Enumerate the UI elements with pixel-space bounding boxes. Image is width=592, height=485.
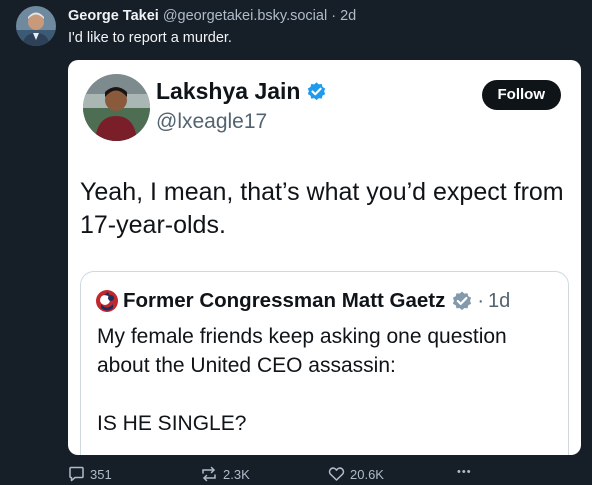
quote-text-line-2: IS HE SINGLE? [97,412,247,435]
author-handle[interactable]: @georgetakei.bsky.social [163,8,327,24]
embed-post-text: Yeah, I mean, that’s what you’d expect f… [80,178,564,239]
feed-post[interactable]: George Takei @georgetakei.bsky.social · … [0,0,592,485]
like-button[interactable]: 20.6K [328,466,384,482]
embed-author-handle: @lxeagle17 [156,110,268,133]
post-text: I'd like to report a murder. [68,30,232,46]
quote-separator: · [477,289,485,312]
more-options-button[interactable]: ••• [457,466,472,478]
embedded-image[interactable]: Lakshya Jain @lxeagle17 Follow Yeah, I m… [68,60,581,455]
quote-text: My female friends keep asking one questi… [97,322,557,438]
quote-author-name: Former Congressman Matt Gaetz [123,289,446,312]
verified-badge-icon [308,82,326,101]
separator-dot: · [331,8,337,24]
like-icon [328,467,345,481]
author-avatar[interactable] [16,6,56,46]
embed-author-avatar [83,74,150,141]
post-actions: 351 2.3K 20.6K ••• [68,466,488,484]
more-icon: ••• [457,466,472,478]
like-count: 20.6K [350,466,384,482]
repost-count: 2.3K [223,466,250,482]
reply-icon [69,466,84,482]
repost-icon [202,466,216,482]
follow-button: Follow [481,80,561,110]
embed-author-name: Lakshya Jain [156,78,301,104]
quote-text-line-1: My female friends keep asking one questi… [97,325,507,377]
post-time[interactable]: 2d [340,8,356,24]
reply-button[interactable]: 351 [68,466,112,482]
reply-count: 351 [90,466,112,482]
embed-name-row: Lakshya Jain [156,78,327,105]
repost-button[interactable]: 2.3K [200,466,250,482]
quote-verified-badge-icon [453,291,472,311]
quote-header: Former Congressman Matt Gaetz · 1d [95,289,510,313]
quoted-post: Former Congressman Matt Gaetz · 1d My fe… [80,271,569,455]
author-name[interactable]: George Takei [68,8,159,24]
quote-author-avatar [96,290,118,312]
quote-time: 1d [488,289,511,312]
post-header: George Takei @georgetakei.bsky.social · … [68,8,356,24]
